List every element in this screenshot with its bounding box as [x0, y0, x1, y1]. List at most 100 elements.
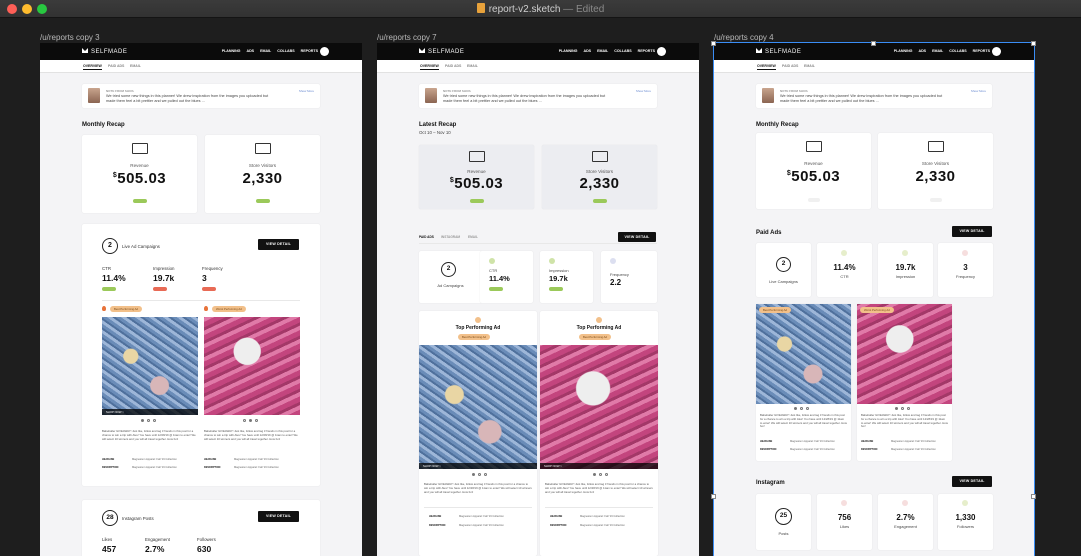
show-more-link[interactable]: Show More: [636, 89, 651, 93]
resize-handle[interactable]: [711, 41, 716, 46]
view-detail-button[interactable]: VIEW DETAIL: [258, 239, 299, 250]
visitors-value: 2,330: [915, 168, 956, 185]
ad-image-serum[interactable]: SHOP NOW >: [419, 345, 537, 469]
repeat-icon: [610, 258, 616, 264]
nav-reports[interactable]: REPORTS: [638, 49, 655, 53]
view-detail-button[interactable]: VIEW DETAIL: [952, 226, 992, 237]
tab-email[interactable]: EMAIL: [130, 64, 141, 68]
section-title: Monthly Recap: [82, 122, 125, 128]
shop-now-bar[interactable]: SHOP NOW >: [419, 463, 537, 469]
note-author: NOTE FROM SHIVA: [106, 89, 134, 93]
carousel-dots[interactable]: [593, 473, 608, 476]
post-count-card: 25 Posts: [756, 494, 811, 550]
paid-ads-title: Paid Ads: [756, 230, 782, 236]
ad-image-serum[interactable]: SHOP NOW >: [102, 317, 198, 415]
nav-collabs[interactable]: COLLABS: [949, 49, 966, 53]
tab-paid-ads[interactable]: PAID ADS: [782, 64, 798, 68]
kpi-value: 11.4%: [489, 274, 510, 283]
carousel-dots[interactable]: [243, 419, 258, 422]
show-more-link[interactable]: Show More: [299, 89, 314, 93]
tab-overview[interactable]: OVERVIEW: [83, 64, 102, 70]
artboard-reports-copy-3[interactable]: SELFMADE PLANNING ADS EMAIL COLLABS REPO…: [40, 43, 362, 556]
artboard-label[interactable]: /u/reports copy 7: [377, 33, 437, 42]
resize-handle[interactable]: [1031, 41, 1036, 46]
show-more-link[interactable]: Show More: [971, 89, 986, 93]
nav-planning[interactable]: PLANNING: [559, 49, 578, 53]
ad-image-cat[interactable]: [204, 317, 300, 415]
campaigns-label: Ad Campaigns: [437, 283, 464, 288]
artboard-reports-copy-7[interactable]: SELFMADE PLANNING ADS EMAIL COLLABS REPO…: [377, 43, 699, 556]
nav-reports[interactable]: REPORTS: [973, 49, 990, 53]
nav-email[interactable]: EMAIL: [932, 49, 943, 53]
kpi-value: 3: [202, 273, 207, 283]
nav-collabs[interactable]: COLLABS: [614, 49, 631, 53]
shop-now-bar[interactable]: SHOP NOW >: [102, 409, 198, 415]
ad-image-cat[interactable]: SHOP NOW >: [540, 345, 658, 469]
kpi-label: Followers: [956, 524, 975, 529]
tab-paid-ads[interactable]: PAID ADS: [445, 64, 461, 68]
carousel-dots[interactable]: [895, 407, 910, 410]
cursor-icon: [489, 258, 495, 264]
instagram-label: Instagram Posts: [122, 516, 154, 521]
view-detail-button[interactable]: VIEW DETAIL: [618, 232, 656, 242]
meta-value: Magnesium Apparel: Fall '19 Collection: [580, 515, 625, 518]
brand-logo[interactable]: SELFMADE: [756, 48, 801, 55]
description-row: DESCRIPTION Magnesium Apparel: Fall '19 C…: [760, 448, 835, 451]
ad-caption: Babeballer GIVEAWAY! Just like, follow a…: [760, 413, 847, 429]
frequency-card: 3 Frequency: [938, 243, 993, 297]
headline-row: HEADLINE Magnesium Apparel: Fall '19 Coll…: [861, 440, 936, 443]
nav-email[interactable]: EMAIL: [597, 49, 608, 53]
user-avatar[interactable]: [320, 47, 329, 56]
tab-overview[interactable]: OVERVIEW: [420, 64, 439, 70]
nav-ads[interactable]: ADS: [583, 49, 591, 53]
kpi-label: Frequency: [610, 272, 629, 277]
ad-caption: Babeballer GIVEAWAY! Just like, follow a…: [545, 482, 653, 494]
ad-image-serum[interactable]: [756, 304, 851, 404]
artboard-label[interactable]: /u/reports copy 4: [714, 33, 774, 42]
resize-handle[interactable]: [871, 41, 876, 46]
tab-instagram[interactable]: INSTAGRAM: [441, 235, 460, 239]
nav-collabs[interactable]: COLLABS: [277, 49, 294, 53]
description-row: DESCRIPTION Magnesium Apparel: Fall '19 C…: [204, 466, 279, 469]
nav-planning[interactable]: PLANNING: [222, 49, 241, 53]
kpi-status: [202, 287, 216, 291]
nav-ads[interactable]: ADS: [918, 49, 926, 53]
carousel-dots[interactable]: [794, 407, 809, 410]
artboard-reports-copy-4[interactable]: SELFMADE PLANNING ADS EMAIL COLLABS REPO…: [713, 42, 1035, 556]
tab-overview[interactable]: OVERVIEW: [757, 64, 776, 70]
note-text: We tried some new things in this planner…: [443, 94, 606, 103]
view-detail-button[interactable]: VIEW DETAIL: [258, 511, 299, 522]
fire-icon: [102, 306, 106, 311]
brand-logo[interactable]: SELFMADE: [82, 48, 127, 55]
nav-email[interactable]: EMAIL: [260, 49, 271, 53]
cursor-icon: [841, 250, 847, 256]
carousel-dots[interactable]: [472, 473, 487, 476]
worst-ad-badge: Worst Performing Ad: [212, 306, 246, 312]
revenue-card: Revenue $505.03: [756, 133, 871, 209]
tab-paid-ads[interactable]: PAID ADS: [108, 64, 124, 68]
view-detail-button[interactable]: VIEW DETAIL: [952, 476, 992, 487]
resize-handle[interactable]: [711, 494, 716, 499]
nav-ads[interactable]: ADS: [246, 49, 254, 53]
carousel-dots[interactable]: [141, 419, 156, 422]
worst-ad-card: Worst Performing Ad Babeballer GIVEAWAY!…: [857, 304, 952, 461]
tab-paid-ads[interactable]: PAID ADS: [419, 235, 434, 239]
user-avatar[interactable]: [657, 47, 666, 56]
tab-email[interactable]: EMAIL: [467, 64, 478, 68]
sketch-file-icon: [476, 3, 485, 13]
money-icon: [131, 143, 148, 154]
artboard-label[interactable]: /u/reports copy 3: [40, 33, 100, 42]
brand-logo[interactable]: SELFMADE: [419, 48, 464, 55]
ad-image-cat[interactable]: [857, 304, 952, 404]
tab-email[interactable]: EMAIL: [468, 235, 478, 239]
user-avatar[interactable]: [992, 47, 1001, 56]
resize-handle[interactable]: [1031, 494, 1036, 499]
shop-now-bar[interactable]: SHOP NOW >: [540, 463, 658, 469]
nav-planning[interactable]: PLANNING: [894, 49, 913, 53]
chat-icon: [902, 500, 908, 506]
meta-value: Magnesium Apparel: Fall '19 Collection: [891, 448, 936, 451]
meta-value: Magnesium Apparel: Fall '19 Collection: [459, 515, 504, 518]
best-ad-badge: Best Performing Ad: [759, 307, 792, 313]
nav-reports[interactable]: REPORTS: [301, 49, 318, 53]
tab-email[interactable]: EMAIL: [804, 64, 815, 68]
